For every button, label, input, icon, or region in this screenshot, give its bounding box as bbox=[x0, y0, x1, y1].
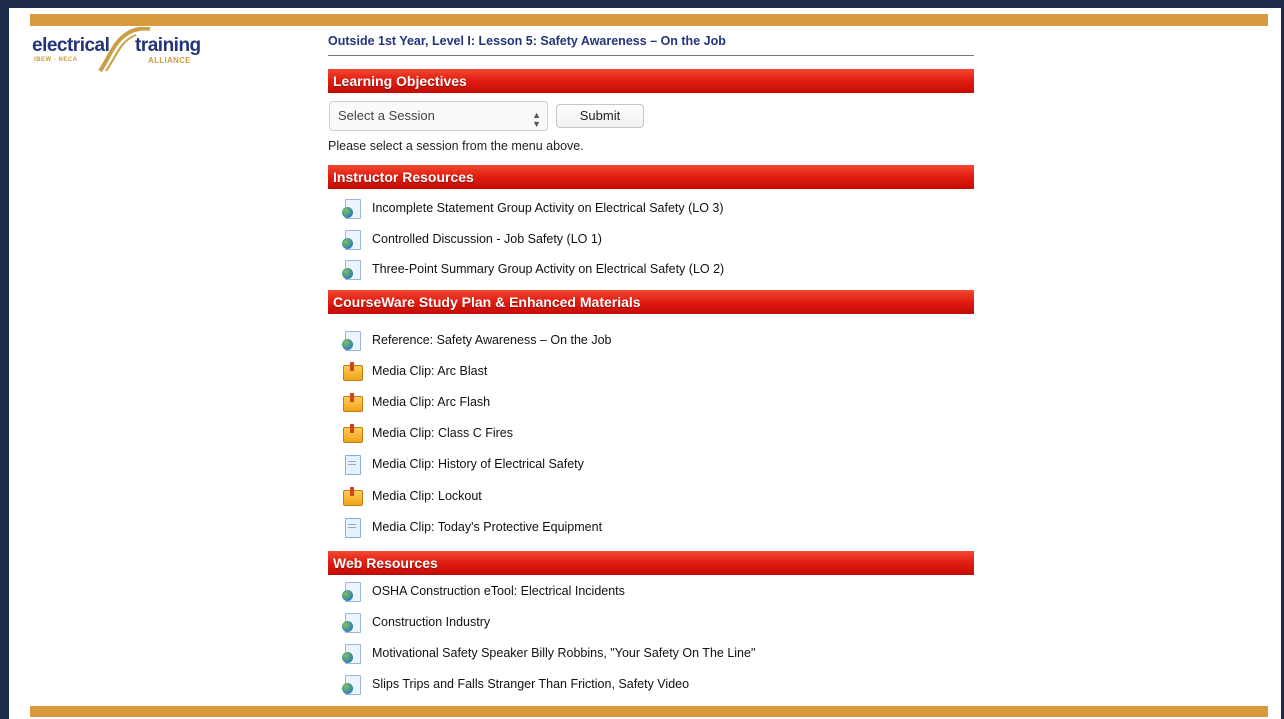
web-resource-icon bbox=[342, 644, 362, 664]
window-frame-top bbox=[0, 0, 1284, 8]
logo-word-electrical: electrical bbox=[32, 35, 110, 56]
header-gold-stripe bbox=[30, 14, 1268, 26]
package-icon bbox=[342, 362, 363, 382]
section-header-courseware: CourseWare Study Plan & Enhanced Materia… bbox=[328, 290, 974, 314]
list-item-link[interactable]: Construction Industry bbox=[372, 615, 490, 629]
logo-word-training: training bbox=[135, 35, 201, 56]
list-item-link[interactable]: Media Clip: Arc Blast bbox=[372, 364, 487, 378]
web-resource-icon bbox=[342, 230, 362, 250]
list-item-link[interactable]: Media Clip: Today's Protective Equipment bbox=[372, 520, 602, 534]
document-icon bbox=[342, 455, 362, 475]
list-item-link[interactable]: Media Clip: Lockout bbox=[372, 489, 482, 503]
web-resource-icon bbox=[342, 675, 362, 695]
web-resource-icon bbox=[342, 331, 362, 351]
select-arrows-icon: ▲ ▼ bbox=[532, 110, 541, 129]
footer-gold-stripe bbox=[30, 706, 1268, 717]
helper-text: Please select a session from the menu ab… bbox=[328, 139, 584, 153]
list-item-link[interactable]: Media Clip: Class C Fires bbox=[372, 426, 513, 440]
section-header-web-resources: Web Resources bbox=[328, 551, 974, 575]
document-icon bbox=[342, 518, 362, 538]
package-icon bbox=[342, 487, 363, 507]
list-item-link[interactable]: Motivational Safety Speaker Billy Robbin… bbox=[372, 646, 755, 660]
web-resource-icon bbox=[342, 582, 362, 602]
web-resource-icon bbox=[342, 199, 362, 219]
window-frame-left bbox=[0, 0, 9, 719]
list-item-link[interactable]: Controlled Discussion - Job Safety (LO 1… bbox=[372, 232, 602, 246]
package-icon bbox=[342, 424, 363, 444]
list-item-link[interactable]: Incomplete Statement Group Activity on E… bbox=[372, 201, 724, 215]
web-resource-icon bbox=[342, 260, 362, 280]
session-select-value: Select a Session bbox=[338, 108, 435, 123]
list-item-link[interactable]: Media Clip: Arc Flash bbox=[372, 395, 490, 409]
web-resource-icon bbox=[342, 613, 362, 633]
list-item-link[interactable]: Three-Point Summary Group Activity on El… bbox=[372, 262, 724, 276]
session-select[interactable]: Select a Session ▲ ▼ bbox=[329, 101, 548, 131]
logo-alliance: ALLIANCE bbox=[148, 56, 191, 65]
list-item-link[interactable]: Slips Trips and Falls Stranger Than Fric… bbox=[372, 677, 689, 691]
section-header-learning-objectives: Learning Objectives bbox=[328, 69, 974, 93]
title-divider bbox=[328, 55, 974, 56]
list-item-link[interactable]: Reference: Safety Awareness – On the Job bbox=[372, 333, 612, 347]
list-item-link[interactable]: Media Clip: History of Electrical Safety bbox=[372, 457, 584, 471]
page-title: Outside 1st Year, Level I: Lesson 5: Saf… bbox=[328, 34, 726, 48]
list-item-link[interactable]: OSHA Construction eTool: Electrical Inci… bbox=[372, 584, 625, 598]
section-header-instructor-resources: Instructor Resources bbox=[328, 165, 974, 189]
submit-button[interactable]: Submit bbox=[556, 104, 644, 128]
package-icon bbox=[342, 393, 363, 413]
logo-tagline: IBEW · NECA bbox=[34, 57, 78, 63]
electrical-training-alliance-logo[interactable]: electrical training IBEW · NECA ALLIANCE bbox=[32, 27, 212, 73]
